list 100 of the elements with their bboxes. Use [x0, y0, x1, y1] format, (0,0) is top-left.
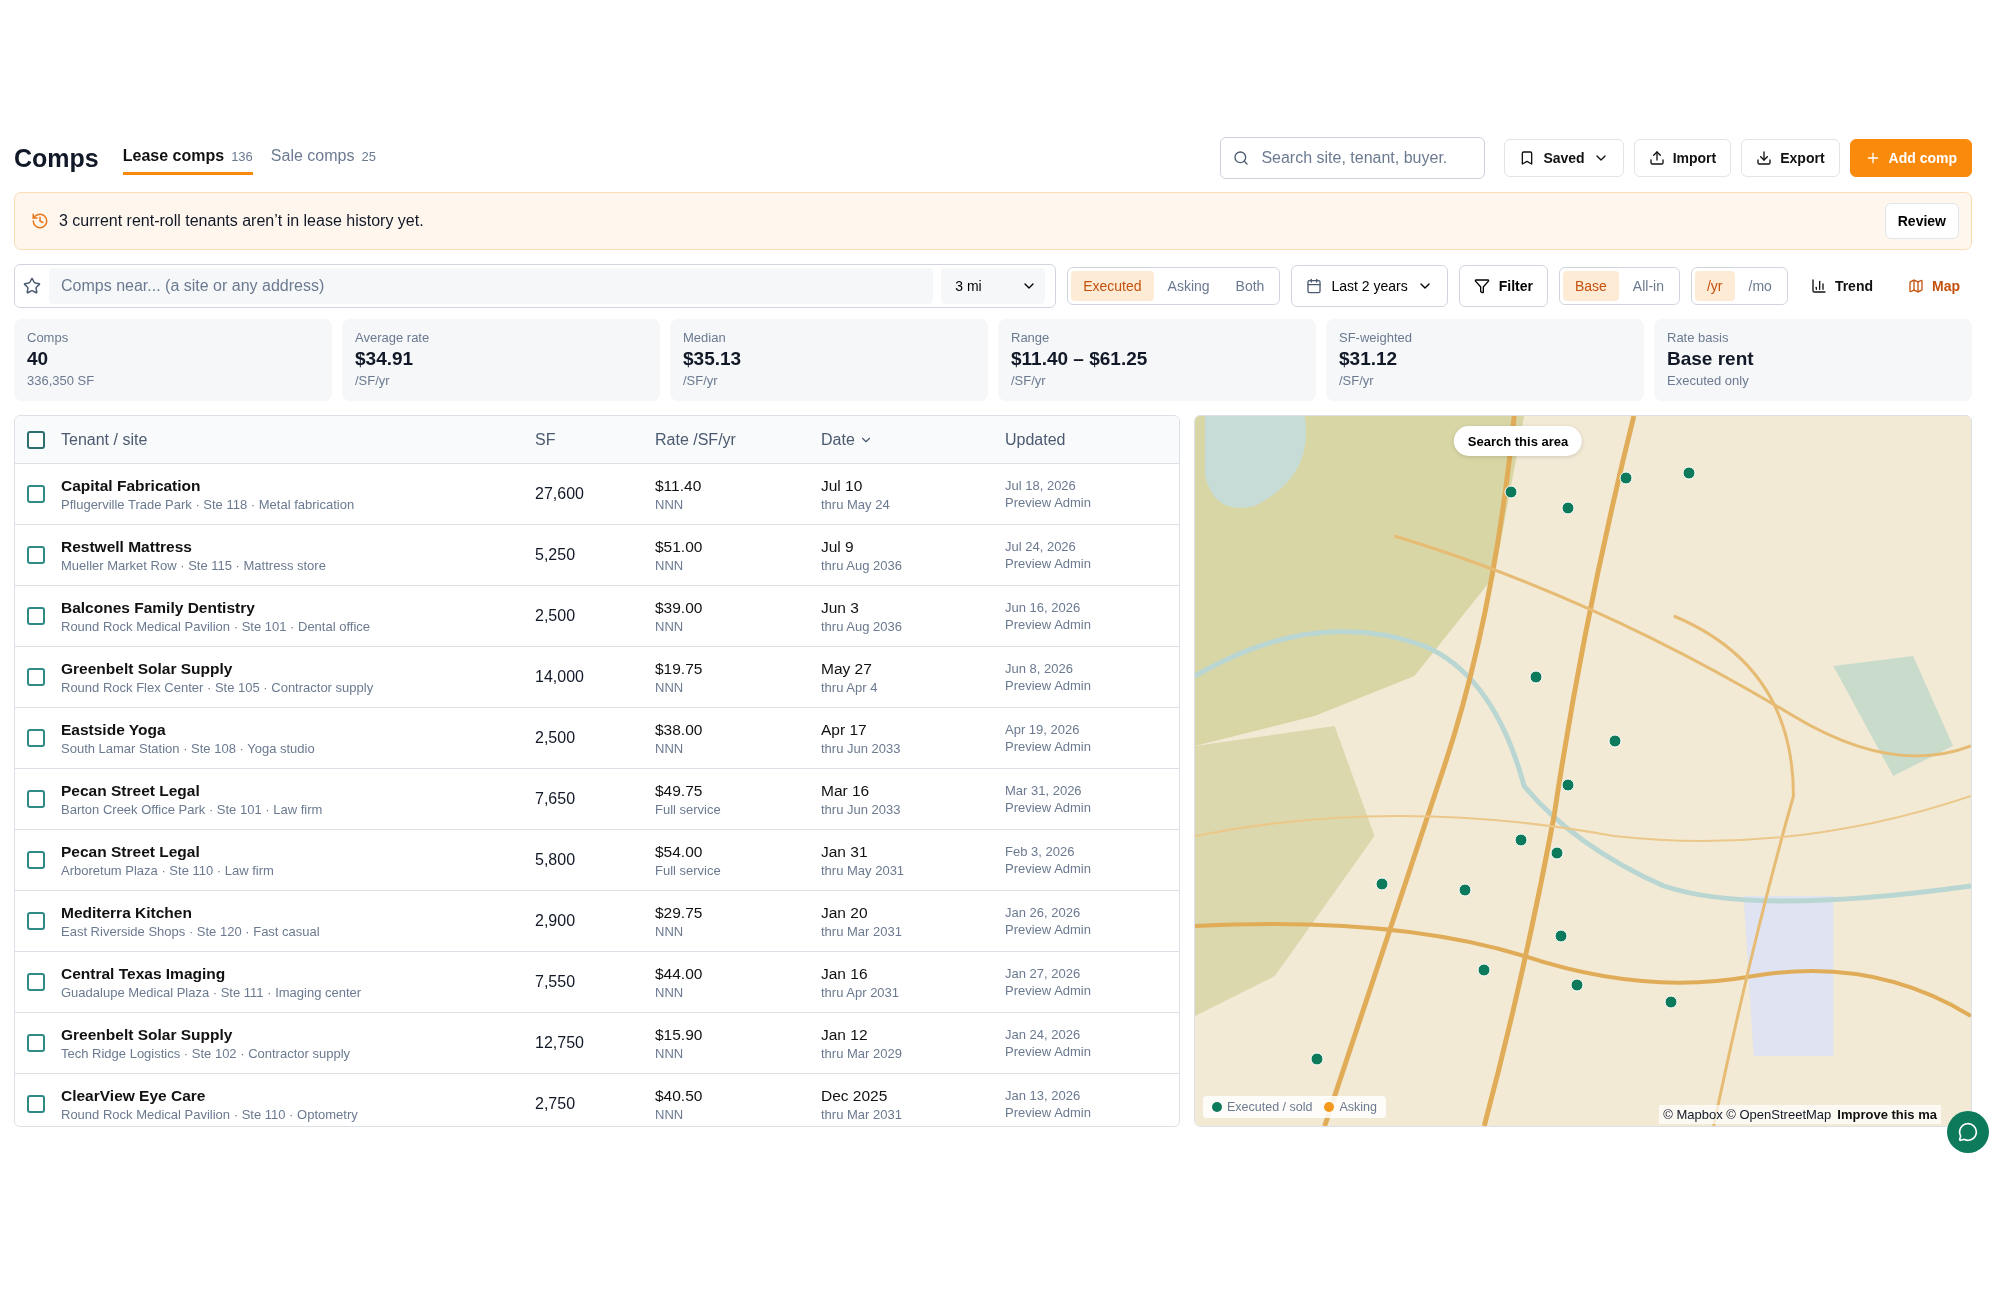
site-details: Round Rock Flex Center · Ste 105 · Contractor supply: [61, 679, 375, 695]
stat-label: Comps: [27, 330, 70, 345]
status-option[interactable]: Executed: [1071, 271, 1154, 301]
status-option[interactable]: Asking: [1155, 271, 1222, 301]
tenant-name: Greenbelt Solar Supply: [61, 1025, 234, 1044]
updated-date: Jan 13, 2026: [1005, 1088, 1082, 1103]
export-button[interactable]: Export: [1741, 139, 1840, 177]
rate-value: $29.75: [655, 903, 704, 922]
filter-button[interactable]: Filter: [1458, 265, 1548, 307]
site-details: Guadalupe Medical Plaza · Ste 111 · Imaging center: [61, 984, 363, 1000]
trend-button[interactable]: Trend: [1798, 266, 1885, 306]
table-cell-text: 12,750: [535, 1034, 585, 1052]
location-input[interactable]: Comps near... (a site or any address): [49, 268, 934, 304]
site-details: Round Rock Medical Pavilion · Ste 101 · Dental office: [61, 618, 372, 634]
row-checkbox[interactable]: [27, 912, 45, 930]
table-cell-text: 5,800: [535, 851, 577, 869]
updated-date: Feb 3, 2026: [1005, 844, 1076, 859]
basis-option[interactable]: All-in: [1620, 271, 1676, 301]
status-option[interactable]: Both: [1223, 271, 1277, 301]
site-details: South Lamar Station · Ste 108 · Yoga studio: [61, 740, 316, 756]
updated-date: Jul 24, 2026: [1005, 539, 1077, 554]
rate-value: $44.00: [655, 964, 704, 983]
updated-by: Preview Admin: [1005, 922, 1092, 937]
site-details: Pflugerville Trade Park · Ste 118 · Metal fabrication: [61, 496, 356, 512]
table-cell-text: 2,750: [535, 1095, 577, 1113]
saved-dropdown[interactable]: Saved: [1504, 139, 1624, 177]
column-header[interactable]: Updated: [1005, 430, 1066, 449]
location-field[interactable]: Comps near... (a site or any address) 3 mi: [14, 264, 1057, 308]
download-icon: [1756, 150, 1773, 166]
stat-caption: /SF/yr: [683, 373, 719, 388]
site-details: Tech Ridge Logistics · Ste 102 · Contractor supply: [61, 1045, 352, 1061]
lease-term: thru Apr 2031: [821, 984, 901, 1000]
search-area-button[interactable]: Search this area: [1453, 426, 1583, 456]
basis-option[interactable]: Base: [1562, 271, 1619, 301]
row-checkbox[interactable]: [27, 1095, 45, 1113]
lease-date: Jan 12: [821, 1025, 869, 1044]
map-button[interactable]: Map: [1896, 266, 1972, 306]
row-checkbox[interactable]: [27, 485, 45, 503]
site-details: East Riverside Shops · Ste 120 · Fast casual: [61, 923, 321, 939]
lease-term: thru Mar 2031: [821, 923, 903, 939]
search-icon: [1233, 150, 1250, 166]
rate-value: $38.00: [655, 720, 704, 739]
stat-label: Median: [683, 330, 727, 345]
import-button[interactable]: Import: [1633, 139, 1732, 177]
column-header[interactable]: Rate /SF/yr: [655, 430, 736, 449]
tenant-name: Capital Fabrication: [61, 476, 202, 495]
rate-value: $49.75: [655, 781, 704, 800]
improve-map-link[interactable]: Improve this ma: [1837, 1107, 1937, 1122]
tab[interactable]: Lease comps 136: [122, 141, 253, 175]
updated-date: Apr 19, 2026: [1005, 722, 1081, 737]
review-button[interactable]: Review: [1884, 203, 1959, 239]
row-checkbox[interactable]: [27, 729, 45, 747]
rate-type: NNN: [655, 1045, 685, 1061]
column-header[interactable]: SF: [535, 430, 556, 449]
stat-value: $34.91: [355, 348, 415, 370]
row-checkbox[interactable]: [27, 1034, 45, 1052]
row-checkbox[interactable]: [27, 607, 45, 625]
lease-term: thru Mar 2031: [821, 1106, 903, 1122]
stat-value: $11.40 – $61.25: [1011, 348, 1149, 370]
rate-value: $51.00: [655, 537, 704, 556]
row-checkbox[interactable]: [27, 851, 45, 869]
updated-date: Jan 24, 2026: [1005, 1027, 1082, 1042]
row-checkbox[interactable]: [27, 973, 45, 991]
tenant-name: Pecan Street Legal: [61, 842, 201, 861]
search-field[interactable]: Search site, tenant, buyer.: [1220, 137, 1486, 179]
rate-value: $40.50: [655, 1086, 704, 1105]
rate-type: NNN: [655, 496, 685, 512]
column-header[interactable]: Tenant / site: [61, 430, 148, 449]
unit-option[interactable]: /yr: [1694, 271, 1735, 301]
period-dropdown[interactable]: Last 2 years: [1291, 265, 1448, 307]
stat-label: SF-weighted: [1339, 330, 1413, 345]
lease-date: Mar 16: [821, 781, 871, 800]
lease-term: thru Apr 4: [821, 679, 879, 695]
row-checkbox[interactable]: [27, 668, 45, 686]
page-title: Comps: [14, 143, 99, 173]
select-all-checkbox[interactable]: [27, 430, 45, 449]
updated-date: Jan 26, 2026: [1005, 905, 1082, 920]
column-header[interactable]: Date: [821, 430, 873, 449]
chat-button[interactable]: [1947, 1111, 1989, 1153]
search-input[interactable]: Search site, tenant, buyer.: [1259, 148, 1473, 168]
site-details: Barton Creek Office Park · Ste 101 · Law firm: [61, 801, 324, 817]
bar-chart-icon: [1810, 278, 1827, 294]
legend-item: Asking: [1324, 1100, 1377, 1114]
tenant-name: ClearView Eye Care: [61, 1086, 207, 1105]
banner-message: 3 current rent-roll tenants aren’t in lease history yet.: [59, 212, 425, 230]
stat-label: Rate basis: [1667, 330, 1730, 345]
star-icon: [23, 277, 41, 295]
updated-by: Preview Admin: [1005, 1105, 1092, 1120]
tab[interactable]: Sale comps 25: [270, 141, 376, 175]
row-checkbox[interactable]: [27, 790, 45, 808]
map-icon: [1908, 278, 1924, 294]
lease-date: Apr 17: [821, 720, 868, 739]
updated-date: Jun 8, 2026: [1005, 661, 1074, 676]
unit-option[interactable]: /mo: [1736, 271, 1784, 301]
updated-by: Preview Admin: [1005, 983, 1092, 998]
tenant-name: Pecan Street Legal: [61, 781, 201, 800]
table-cell-text: 14,000: [535, 668, 585, 686]
stat-value: $31.12: [1339, 348, 1399, 370]
row-checkbox[interactable]: [27, 546, 45, 564]
radius-dropdown[interactable]: 3 mi: [941, 268, 1046, 304]
